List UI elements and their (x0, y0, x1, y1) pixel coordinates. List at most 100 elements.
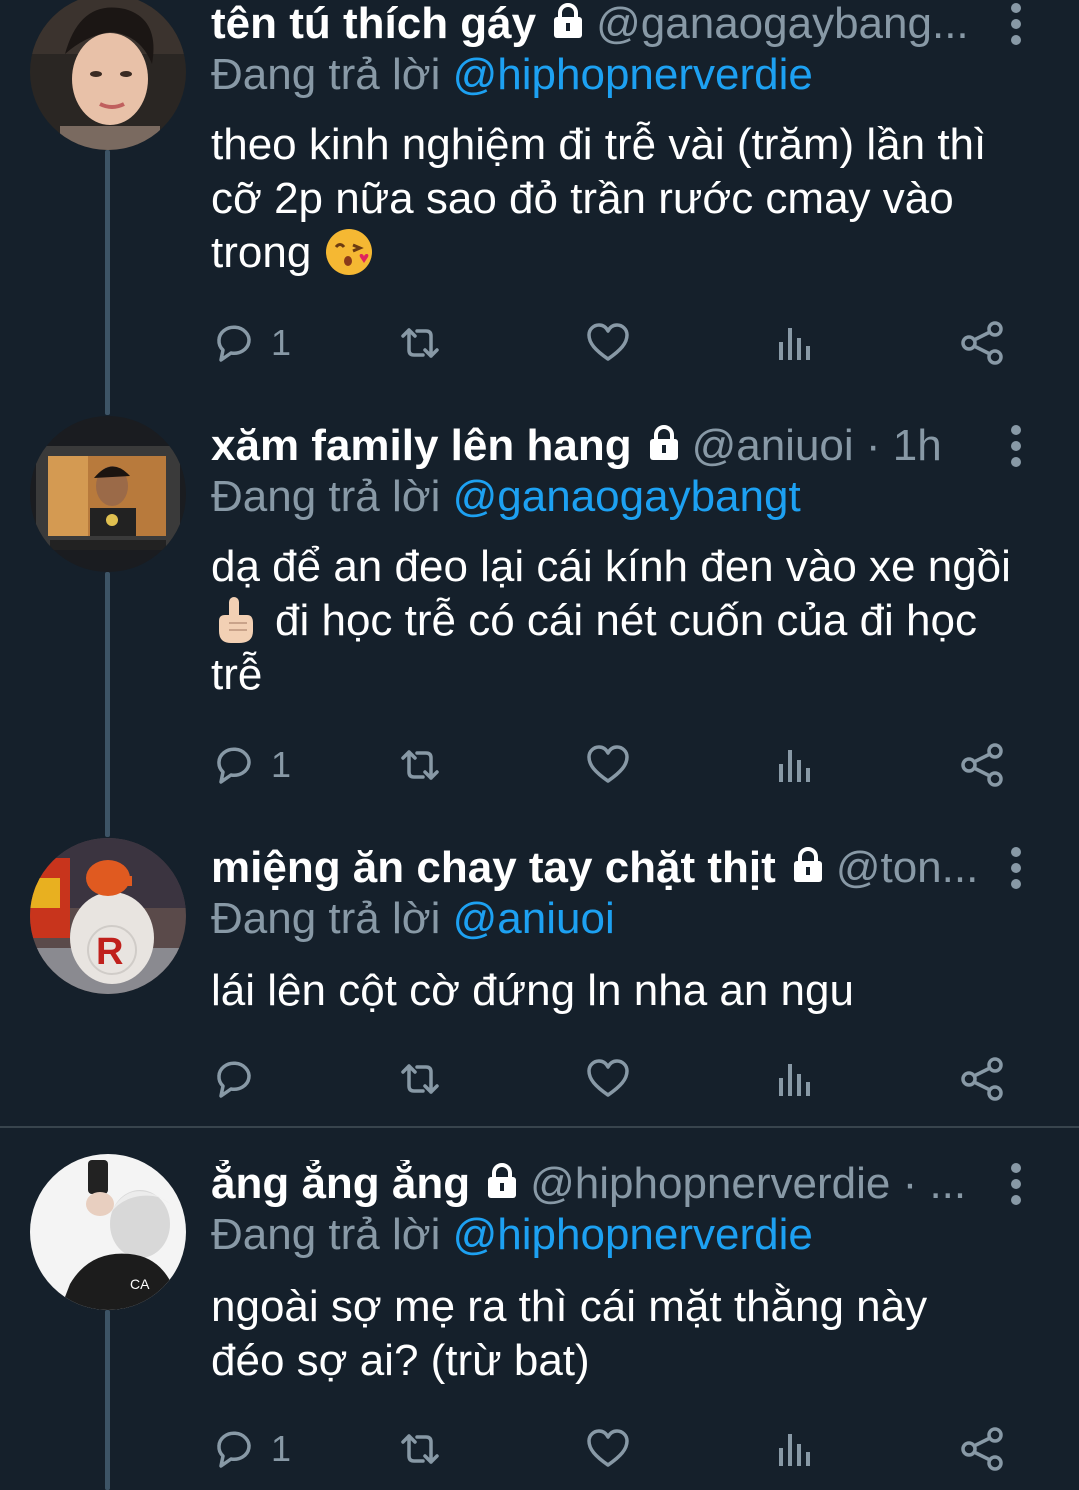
tweet-actions: 1 (211, 318, 1011, 368)
share-button[interactable] (959, 1424, 1005, 1474)
mention-link[interactable]: @hiphopnerverdie (453, 1210, 813, 1259)
analytics-button[interactable] (773, 318, 819, 368)
tweet-actions (211, 1054, 1011, 1104)
reply-icon (217, 1431, 251, 1468)
avatar[interactable] (30, 416, 186, 572)
retweet-icon (401, 1434, 439, 1464)
tweet-text-line: trễ (211, 650, 263, 699)
tweet-text-line: ngoài sợ mẹ ra thì cái mặt thằng này (211, 1282, 928, 1331)
reply-button[interactable]: 1 (211, 740, 291, 790)
display-name[interactable]: tên tú thích gáy (211, 0, 536, 48)
handle-meta[interactable]: @ton... (836, 844, 979, 892)
tweet-text-line: đéo sợ ai? (trừ bat) (211, 1336, 590, 1385)
tweet-header: xăm family lên hang @aniuoi · 1h (211, 422, 987, 470)
tweet-text-line-with-emoji: trong (211, 226, 1051, 280)
tweet-divider (0, 1126, 1079, 1128)
more-options-icon[interactable] (1001, 422, 1031, 470)
tweet-text-line-with-emoji: đi học trễ có cái nét cuốn của đi học (211, 594, 1051, 648)
avatar-image: R (30, 838, 186, 994)
reply-button[interactable] (211, 1054, 271, 1104)
hand-pointing-emoji (219, 597, 253, 643)
analytics-button[interactable] (773, 1054, 819, 1104)
like-button[interactable] (585, 1424, 631, 1474)
svg-text:CA: CA (130, 1276, 150, 1292)
replying-prefix: Đang trả lời (211, 1210, 441, 1259)
analytics-icon (779, 1064, 810, 1096)
share-button[interactable] (959, 740, 1005, 790)
avatar-image: CA (30, 1154, 186, 1310)
lock-icon (488, 1163, 517, 1198)
thread-line (105, 1310, 110, 1490)
share-icon (961, 743, 1003, 787)
analytics-icon (779, 1434, 810, 1466)
svg-text:R: R (96, 931, 123, 973)
analytics-button[interactable] (773, 740, 819, 790)
handle-meta[interactable]: @aniuoi · 1h (692, 422, 942, 470)
thread-line (105, 150, 110, 415)
reply-button[interactable]: 1 (211, 1424, 291, 1474)
like-button[interactable] (585, 740, 631, 790)
heart-icon (587, 745, 629, 783)
tweet-body: lái lên cột cờ đứng ln nha an ngu (211, 964, 1051, 1018)
replying-to: Đang trả lời @aniuoi (211, 894, 615, 944)
heart-icon (587, 1059, 629, 1097)
retweet-button[interactable] (397, 740, 443, 790)
reply-count: 1 (271, 744, 292, 785)
display-name[interactable]: xăm family lên hang (211, 422, 632, 470)
tweet-body: ngoài sợ mẹ ra thì cái mặt thằng này đéo… (211, 1280, 1051, 1388)
retweet-button[interactable] (397, 1054, 443, 1104)
lock-icon (793, 847, 822, 882)
analytics-icon (779, 750, 810, 782)
replying-prefix: Đang trả lời (211, 894, 441, 943)
analytics-icon (779, 328, 810, 360)
replying-prefix: Đang trả lời (211, 472, 441, 521)
avatar-image (30, 416, 186, 572)
mention-link[interactable]: @aniuoi (453, 894, 615, 943)
tweet-header: ẳng ẳng ẳng @hiphopnerverdie · ... (211, 1160, 987, 1208)
lock-icon (649, 425, 678, 460)
replying-prefix: Đang trả lời (211, 50, 441, 99)
heart-icon (587, 323, 629, 361)
handle-meta[interactable]: @ganaogaybang... (596, 0, 969, 48)
heart-icon (587, 1429, 629, 1467)
reply-count: 1 (271, 322, 292, 363)
retweet-button[interactable] (397, 1424, 443, 1474)
retweet-button[interactable] (397, 318, 443, 368)
tweet-text-line: cỡ 2p nữa sao đỏ trần rước cmay vào (211, 174, 954, 223)
avatar[interactable]: CA (30, 1154, 186, 1310)
more-options-icon[interactable] (1001, 0, 1031, 48)
like-button[interactable] (585, 318, 631, 368)
replying-to: Đang trả lời @ganaogaybangt (211, 472, 801, 522)
tweet-header: tên tú thích gáy @ganaogaybang... (211, 0, 987, 48)
avatar[interactable] (30, 0, 186, 150)
reply-icon (217, 747, 251, 784)
tweet-text-line: lái lên cột cờ đứng ln nha an ngu (211, 966, 854, 1015)
mention-link[interactable]: @hiphopnerverdie (453, 50, 813, 99)
more-options-icon[interactable] (1001, 1160, 1031, 1208)
share-icon (961, 321, 1003, 365)
more-options-icon[interactable] (1001, 844, 1031, 892)
replying-to: Đang trả lời @hiphopnerverdie (211, 50, 813, 100)
like-button[interactable] (585, 1054, 631, 1104)
thread-line (105, 572, 110, 837)
analytics-button[interactable] (773, 1424, 819, 1474)
avatar[interactable]: R (30, 838, 186, 994)
display-name[interactable]: ẳng ẳng ẳng (211, 1160, 470, 1208)
reply-icon (217, 325, 251, 362)
tweet-body: dạ để an đeo lại cái kính đen vào xe ngồ… (211, 540, 1051, 702)
tweet-body: theo kinh nghiệm đi trễ vài (trăm) lần t… (211, 118, 1051, 280)
retweet-icon (401, 750, 439, 780)
handle-meta[interactable]: @hiphopnerverdie · ... (530, 1160, 966, 1208)
lock-icon (554, 3, 583, 38)
replying-to: Đang trả lời @hiphopnerverdie (211, 1210, 813, 1260)
tweet-actions: 1 (211, 740, 1011, 790)
display-name[interactable]: miệng ăn chay tay chặt thịt (211, 844, 776, 892)
share-button[interactable] (959, 1054, 1005, 1104)
share-icon (961, 1057, 1003, 1101)
tweet-text-line: dạ để an đeo lại cái kính đen vào xe ngồ… (211, 542, 1011, 591)
retweet-icon (401, 1064, 439, 1094)
share-button[interactable] (959, 318, 1005, 368)
mention-link[interactable]: @ganaogaybangt (453, 472, 801, 521)
avatar-image (30, 0, 186, 150)
reply-button[interactable]: 1 (211, 318, 291, 368)
